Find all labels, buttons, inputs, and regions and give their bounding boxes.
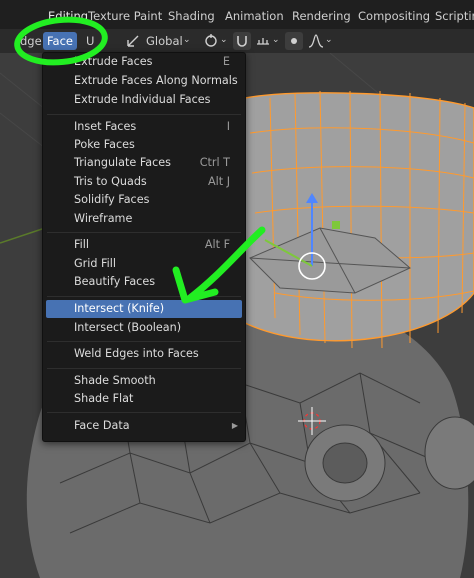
menu-item-intersect-knife[interactable]: Intersect (Knife): [46, 300, 242, 318]
menu-item-face-data[interactable]: Face Data ▶: [46, 417, 242, 435]
menu-item-grid-fill[interactable]: Grid Fill: [46, 255, 242, 273]
viewport-header: dge Face U Global ⌄ ⌄ ⌄ ⌄: [0, 29, 474, 53]
tab-scripting[interactable]: Scripting: [435, 9, 474, 23]
menu-item-extrude-faces-along-normals[interactable]: Extrude Faces Along Normals: [46, 72, 242, 90]
chevron-down-icon[interactable]: ⌄: [325, 35, 333, 45]
menu-divider: [47, 368, 241, 369]
tab-editing[interactable]: Editing: [48, 9, 88, 23]
menu-item-extrude-individual-faces[interactable]: Extrude Individual Faces: [46, 91, 242, 109]
chevron-down-icon[interactable]: ⌄: [183, 35, 191, 45]
menu-item-tris-to-quads[interactable]: Tris to Quads Alt J: [46, 173, 242, 191]
tab-compositing[interactable]: Compositing: [358, 9, 430, 23]
snap-icon[interactable]: [233, 32, 251, 50]
menu-item-weld-edges-into-faces[interactable]: Weld Edges into Faces: [46, 345, 242, 363]
falloff-icon[interactable]: [307, 32, 325, 50]
face-menu: Extrude Faces E Extrude Faces Along Norma…: [42, 52, 246, 442]
tab-animation[interactable]: Animation: [225, 9, 284, 23]
edge-menu[interactable]: dge: [20, 34, 42, 48]
menu-divider: [47, 412, 241, 413]
menu-item-shade-flat[interactable]: Shade Flat: [46, 390, 242, 408]
submenu-arrow-icon: ▶: [231, 421, 238, 430]
tab-texture-paint[interactable]: Texture Paint: [88, 9, 162, 23]
pivot-icon[interactable]: [202, 32, 220, 50]
menu-item-intersect-boolean[interactable]: Intersect (Boolean): [46, 319, 242, 337]
menu-divider: [47, 114, 241, 115]
tab-rendering[interactable]: Rendering: [292, 9, 351, 23]
menu-item-wireframe[interactable]: Wireframe: [46, 210, 242, 228]
snap-target-icon[interactable]: [254, 32, 272, 50]
menu-divider: [47, 296, 241, 297]
menu-item-fill[interactable]: Fill Alt F: [46, 236, 242, 254]
menu-item-poke-faces[interactable]: Poke Faces: [46, 136, 242, 154]
face-menu-button[interactable]: Face: [43, 32, 77, 50]
tab-shading[interactable]: Shading: [168, 9, 215, 23]
menu-item-triangulate-faces[interactable]: Triangulate Faces Ctrl T: [46, 154, 242, 172]
menu-divider: [47, 232, 241, 233]
menu-item-inset-faces[interactable]: Inset Faces I: [46, 118, 242, 136]
menu-divider: [47, 341, 241, 342]
transform-icon[interactable]: [124, 32, 142, 50]
chevron-down-icon[interactable]: ⌄: [272, 35, 280, 45]
proportional-edit-icon[interactable]: [285, 32, 303, 50]
transform-orientation-select[interactable]: Global: [146, 34, 183, 48]
menu-item-shade-smooth[interactable]: Shade Smooth: [46, 372, 242, 390]
uv-menu[interactable]: U: [86, 34, 94, 48]
menu-item-beautify-faces[interactable]: Beautify Faces: [46, 273, 242, 291]
menu-item-solidify-faces[interactable]: Solidify Faces: [46, 191, 242, 209]
chevron-down-icon[interactable]: ⌄: [220, 35, 228, 45]
menu-item-extrude-faces[interactable]: Extrude Faces E: [46, 53, 242, 71]
